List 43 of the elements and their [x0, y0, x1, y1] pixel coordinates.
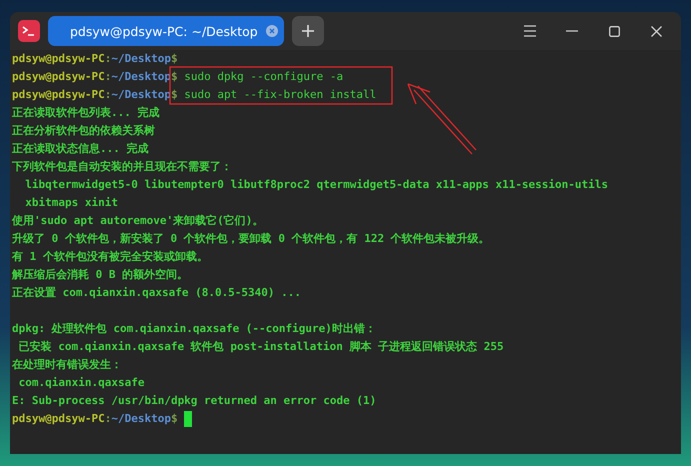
- prompt-user: pdsyw@pdsyw-PC: [12, 87, 105, 103]
- output-line: 有 1 个软件包没有被完全安装或卸载。: [12, 249, 208, 265]
- output-line: 已安装 com.qianxin.qaxsafe 软件包 post-installation 脚本 子进程返回错误状态 255: [18, 339, 504, 355]
- prompt-symbol: $: [170, 87, 178, 103]
- close-icon: [650, 26, 662, 36]
- output-line: E: Sub-process /usr/bin/dpkg returned an error code (1): [12, 393, 376, 409]
- prompt-symbol: $: [170, 51, 178, 67]
- prompt-separator: :: [104, 411, 112, 427]
- output-line: 正在设置 com.qianxin.qaxsafe (8.0.5-5340) ...: [12, 285, 302, 301]
- output-line: 正在读取软件包列表... 完成: [12, 105, 160, 121]
- prompt-separator: :: [104, 51, 112, 67]
- prompt-user: pdsyw@pdsyw-PC: [12, 51, 105, 67]
- output-line: dpkg: 处理软件包 com.qianxin.qaxsafe (--configure)时出错：: [12, 321, 376, 337]
- output-line: com.qianxin.qaxsafe: [18, 375, 144, 391]
- prompt-path: ~/Desktop: [111, 69, 171, 85]
- output-line: 升级了 0 个软件包，新安装了 0 个软件包，要卸载 0 个软件包，有 122 个软件包未被升级。: [12, 231, 490, 247]
- prompt-separator: :: [104, 69, 112, 85]
- prompt-path: ~/Desktop: [111, 87, 171, 103]
- prompt-user: pdsyw@pdsyw-PC: [12, 411, 105, 427]
- output-line: libqtermwidget5-0 libutempter0 libutf8proc2 qtermwidget5-data x11-apps x11-session-utils: [24, 177, 608, 193]
- terminal-tab[interactable]: pdsyw@pdsyw-PC: ~/Desktop: [48, 16, 284, 46]
- minimize-icon: [566, 30, 578, 32]
- command-text: sudo dpkg --configure -a: [183, 69, 344, 85]
- annotation-arrow: [407, 83, 477, 155]
- terminal-app-icon[interactable]: [18, 20, 40, 42]
- output-line: 下列软件包是自动安装的并且现在不需要了：: [12, 159, 232, 175]
- prompt-user: pdsyw@pdsyw-PC: [12, 69, 105, 85]
- output-line: 使用'sudo apt autoremove'来卸载它(它们)。: [12, 213, 264, 229]
- maximize-icon: [608, 26, 620, 36]
- output-line: xbitmaps xinit: [24, 195, 118, 211]
- prompt-path: ~/Desktop: [111, 411, 171, 427]
- menu-icon: [523, 25, 537, 37]
- prompt-symbol: $: [170, 411, 178, 427]
- output-line: 正在读取状态信息... 完成: [12, 141, 148, 157]
- plus-icon: [300, 24, 315, 38]
- prompt-separator: :: [104, 87, 112, 103]
- new-tab-button[interactable]: [292, 16, 324, 46]
- command-text: sudo apt --fix-broken install: [183, 87, 376, 103]
- prompt-symbol: $: [170, 69, 178, 85]
- output-line: 在处理时有错误发生：: [12, 357, 122, 373]
- output-line: 正在分析软件包的依赖关系树: [12, 123, 155, 139]
- output-line: 解压缩后会消耗 0 B 的额外空间。: [12, 267, 188, 283]
- prompt-path: ~/Desktop: [111, 51, 171, 67]
